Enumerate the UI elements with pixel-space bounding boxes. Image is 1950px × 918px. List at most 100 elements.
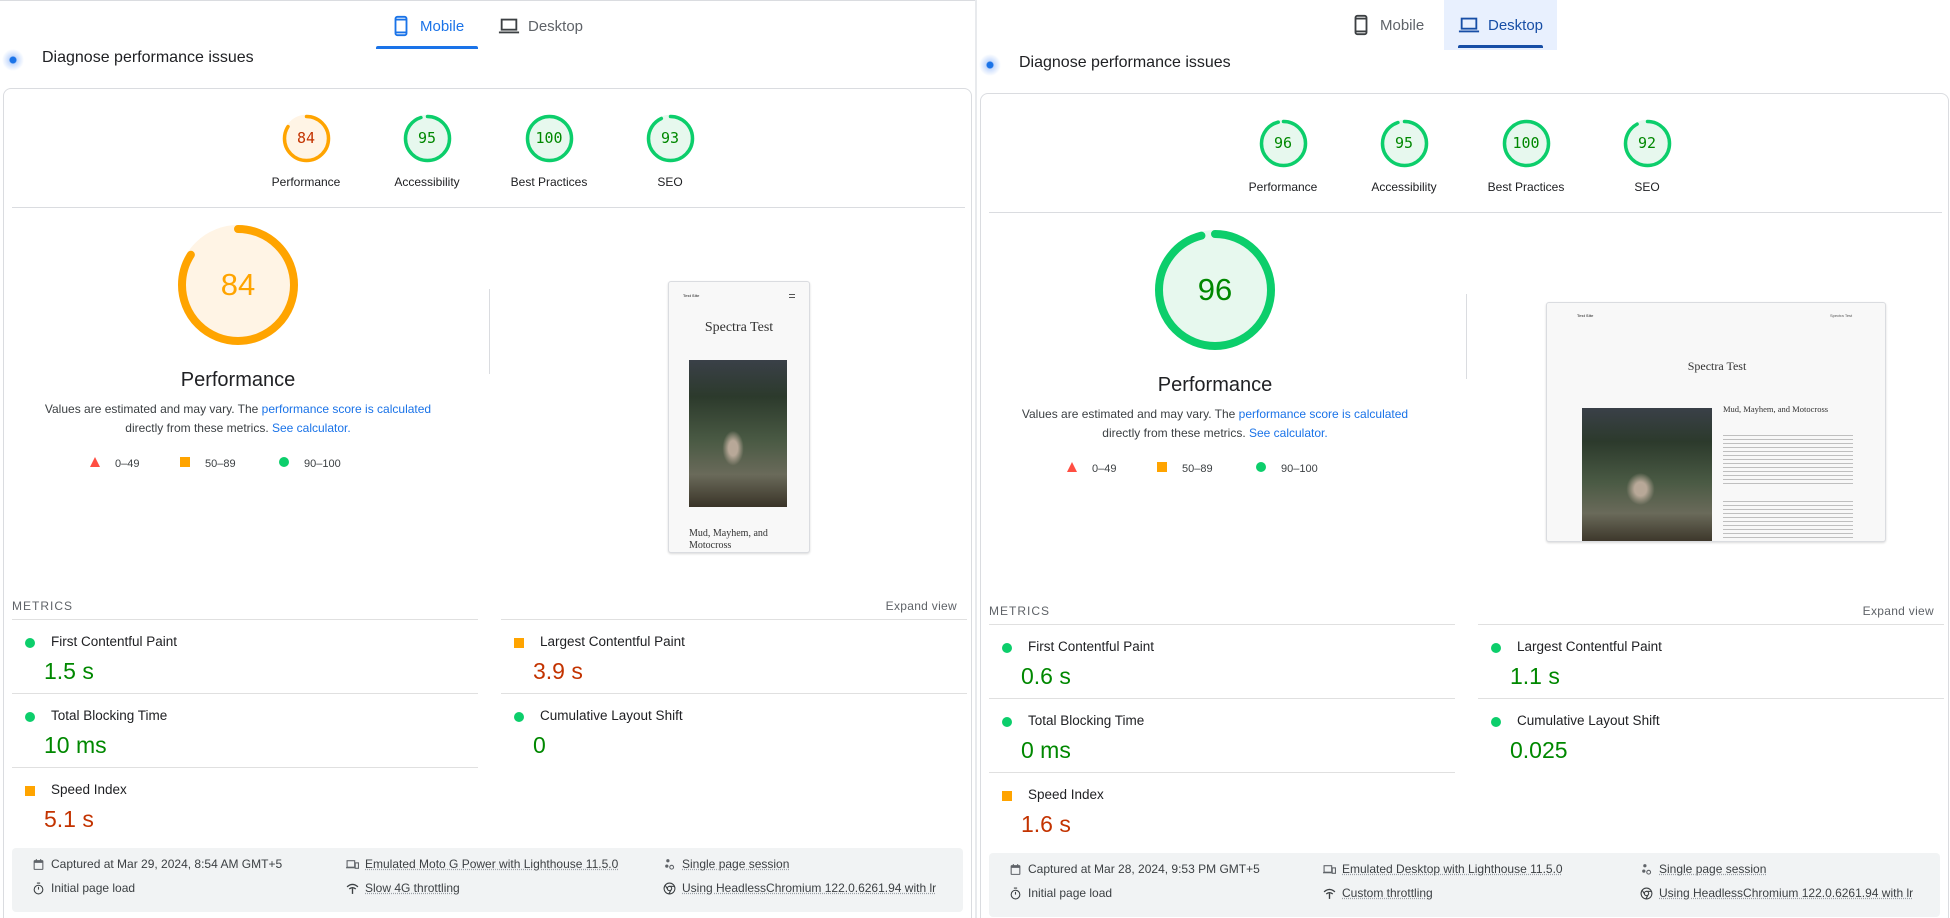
run-info-item: Initial page load (32, 881, 135, 895)
vertical-divider (1466, 294, 1467, 379)
category-label: Accessibility (394, 175, 460, 189)
run-info: Captured at Mar 28, 2024, 9:53 PM GMT+5 E… (989, 853, 1940, 917)
metric-cumulative-layout-shift: Cumulative Layout Shift 0 (501, 693, 967, 767)
screenshot-title: Spectra Test (1687, 359, 1747, 373)
calculator-link[interactable]: See calculator. (1249, 426, 1328, 440)
square-icon (179, 456, 191, 471)
run-info-text: Using HeadlessChromium 122.0.6261.94 wit… (682, 881, 937, 895)
gauge-score: 84 (296, 129, 316, 147)
mobile-report-panel: Mobile Desktop Diagnose performance issues… (0, 0, 975, 918)
tab-mobile[interactable]: Mobile (1336, 0, 1438, 50)
run-info-text: Single page session (682, 857, 790, 871)
smartphone-icon (390, 15, 412, 37)
run-info-item[interactable]: Single page session (663, 857, 789, 871)
metrics-heading: METRICS (989, 604, 1050, 618)
gauge-score: 84 (220, 267, 256, 302)
run-info-text: Custom throttling (1342, 886, 1433, 900)
desc-text: Values are estimated and may vary. The (44, 402, 262, 416)
metric-label: Speed Index (51, 782, 127, 797)
metric-value: 1.1 s (1510, 663, 1560, 689)
metric-value: 1.5 s (44, 658, 94, 684)
category-gauge-performance[interactable]: 84 (281, 113, 332, 164)
average-square-icon (1002, 791, 1012, 801)
performance-gauge[interactable]: 96 (1151, 226, 1279, 354)
tab-desktop[interactable]: Desktop (1444, 0, 1558, 50)
motocross-photo (689, 360, 787, 507)
metric-label: Largest Contentful Paint (1517, 639, 1662, 654)
metric-speed-index: Speed Index 5.1 s (12, 767, 478, 841)
metric-label: Speed Index (1028, 787, 1104, 802)
run-info-text: Captured at Mar 29, 2024, 8:54 AM GMT+5 (51, 857, 283, 871)
metric-largest-contentful-paint: Largest Contentful Paint 3.9 s (501, 619, 967, 693)
category-gauge-seo[interactable]: 92 (1622, 118, 1673, 169)
report-card: 96 Performance 95 Accessibility 100 Best Prac… (980, 93, 1949, 918)
metric-label: Cumulative Layout Shift (540, 708, 683, 723)
desc-text: Values are estimated and may vary. The (1021, 407, 1239, 421)
category-gauge-seo[interactable]: 93 (645, 113, 696, 164)
run-info-item: Initial page load (1009, 886, 1112, 900)
legend-range: 90–100 (1281, 462, 1318, 475)
run-info-item[interactable]: Custom throttling (1323, 886, 1433, 900)
category-label: Performance (271, 175, 341, 189)
average-square-icon (25, 786, 35, 796)
legend-range: 90–100 (304, 457, 341, 470)
gauge-score: 95 (417, 129, 437, 147)
performance-gauge[interactable]: 84 (174, 221, 302, 349)
divider (989, 212, 1942, 213)
category-gauge-performance[interactable]: 96 (1258, 118, 1309, 169)
performance-description: Values are estimated and may vary. The p… (28, 400, 448, 438)
screenshot-title: Spectra Test (704, 320, 774, 335)
metric-value: 0.025 (1510, 737, 1568, 763)
category-label: Best Practices (510, 175, 588, 189)
run-info-item[interactable]: Using HeadlessChromium 122.0.6261.94 wit… (663, 881, 936, 895)
run-info-text: Initial page load (51, 881, 136, 895)
category-gauge-best-practices[interactable]: 100 (524, 113, 575, 164)
category-gauge-accessibility[interactable]: 95 (402, 113, 453, 164)
run-info-item[interactable]: Emulated Desktop with Lighthouse 11.5.0 (1323, 862, 1563, 876)
metric-label: Cumulative Layout Shift (1517, 713, 1660, 728)
metric-first-contentful-paint: First Contentful Paint 1.5 s (12, 619, 478, 693)
performance-title: Performance (1157, 374, 1273, 396)
metric-label: First Contentful Paint (1028, 639, 1155, 654)
triangle-icon (1066, 461, 1078, 476)
legend-triangle: 0–49 (1066, 461, 1116, 476)
run-info-item[interactable]: Using HeadlessChromium 122.0.6261.94 wit… (1640, 886, 1913, 900)
category-gauge-accessibility[interactable]: 95 (1379, 118, 1430, 169)
expand-view-button[interactable]: Expand view (1863, 604, 1934, 618)
metric-value: 1.6 s (1021, 811, 1071, 837)
calendar-icon (1009, 863, 1022, 876)
run-info-item: Captured at Mar 28, 2024, 9:53 PM GMT+5 (1009, 862, 1260, 876)
network-icon (1323, 887, 1336, 900)
metric-first-contentful-paint: First Contentful Paint 0.6 s (989, 624, 1455, 698)
metric-label: Total Blocking Time (51, 708, 168, 723)
expand-view-button[interactable]: Expand view (886, 599, 957, 613)
timer-icon (1009, 887, 1022, 900)
legend-square: 50–89 (1156, 461, 1213, 476)
session-icon (1640, 863, 1653, 876)
performance-score-link[interactable]: performance score is calculated (1239, 407, 1408, 421)
run-info-text: Captured at Mar 28, 2024, 9:53 PM GMT+5 (1028, 862, 1260, 876)
calculator-link[interactable]: See calculator. (272, 421, 351, 435)
tab-desktop[interactable]: Desktop (484, 1, 597, 51)
performance-score-link[interactable]: performance score is calculated (262, 402, 431, 416)
metric-value: 10 ms (44, 732, 107, 758)
run-info-text: Slow 4G throttling (365, 881, 460, 895)
run-info-item[interactable]: Emulated Moto G Power with Lighthouse 11… (346, 857, 618, 871)
tab-label: Desktop (1488, 16, 1544, 34)
category-gauge-best-practices[interactable]: 100 (1501, 118, 1552, 169)
category-label: Best Practices (1487, 180, 1565, 194)
metrics-heading: METRICS (12, 599, 73, 613)
run-info-text: Single page session (1659, 862, 1767, 876)
pass-circle-icon (514, 712, 524, 722)
category-label: Accessibility (1371, 180, 1437, 194)
average-square-icon (514, 638, 524, 648)
pass-circle-icon (25, 712, 35, 722)
triangle-icon (89, 456, 101, 471)
square-icon (1156, 461, 1168, 476)
category-label: SEO (657, 175, 683, 189)
run-info-item[interactable]: Single page session (1640, 862, 1766, 876)
run-info-item[interactable]: Slow 4G throttling (346, 881, 460, 895)
run-info-text: Using HeadlessChromium 122.0.6261.94 wit… (1659, 886, 1914, 900)
tab-mobile[interactable]: Mobile (376, 1, 479, 51)
chrome-icon (663, 882, 676, 895)
